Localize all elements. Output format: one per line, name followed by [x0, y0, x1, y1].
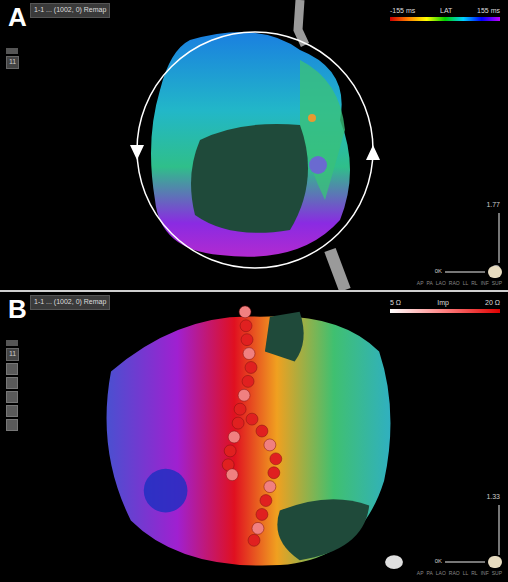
toolbar-button[interactable] — [6, 363, 18, 375]
toolbar-button[interactable]: 11 — [6, 348, 19, 361]
view-button[interactable]: SUP — [492, 570, 502, 578]
toolbar-button[interactable] — [6, 405, 18, 417]
view-button[interactable]: RL — [471, 280, 477, 288]
view-button[interactable]: RL — [471, 570, 477, 578]
zoom-slider[interactable]: 1.77 — [486, 200, 500, 273]
view-button[interactable]: RAO — [449, 280, 460, 288]
map-panel: B1-1 ... (1002, 0) Remap 11 5 ΩImp20 Ω 1.33… — [0, 290, 508, 580]
toolbar-button[interactable] — [6, 419, 18, 431]
head-icon — [488, 556, 502, 568]
app: A1-1 ... (1002, 0) Remap11-155 msLAT155 … — [0, 0, 508, 582]
toolbar[interactable]: 11 — [6, 48, 19, 69]
view-button[interactable]: PA — [427, 570, 433, 578]
legend-bar — [390, 309, 500, 313]
view-button[interactable]: SUP — [492, 280, 502, 288]
toolbar-button[interactable] — [6, 391, 18, 403]
view-button[interactable]: LL — [463, 280, 469, 288]
view-button[interactable]: RAO — [449, 570, 460, 578]
zoom-slider[interactable]: 1.33 — [486, 492, 500, 565]
map-header[interactable]: 1-1 ... (1002, 0) Remap — [30, 3, 110, 18]
toolbar-button[interactable] — [6, 340, 18, 346]
map-panel: A1-1 ... (1002, 0) Remap 11 -155 msLAT155 … — [0, 0, 508, 290]
legend: -155 msLAT155 ms — [390, 6, 500, 21]
lat-map-a[interactable] — [0, 0, 508, 290]
view-button[interactable]: INF — [481, 280, 489, 288]
panel-label: B — [8, 296, 27, 322]
view-button[interactable]: INF — [481, 570, 489, 578]
head-icon — [488, 266, 502, 278]
toolbar-button[interactable]: 11 — [6, 56, 19, 69]
view-button[interactable]: LL — [463, 570, 469, 578]
view-button[interactable]: LAO — [436, 280, 446, 288]
view-button[interactable]: PA — [427, 280, 433, 288]
view-button[interactable]: AP — [417, 570, 424, 578]
toolbar-button[interactable] — [6, 48, 18, 54]
panel-label: A — [8, 4, 27, 30]
map-header[interactable]: 1-1 ... (1002, 0) Remap — [30, 295, 110, 310]
view-button[interactable]: AP — [417, 280, 424, 288]
legend-bar — [390, 17, 500, 21]
view-button[interactable]: LAO — [436, 570, 446, 578]
legend: 5 ΩImp20 Ω — [390, 298, 500, 313]
lat-map-b[interactable] — [0, 292, 508, 580]
toolbar-button[interactable] — [6, 377, 18, 389]
toolbar[interactable]: 11 — [6, 340, 19, 431]
